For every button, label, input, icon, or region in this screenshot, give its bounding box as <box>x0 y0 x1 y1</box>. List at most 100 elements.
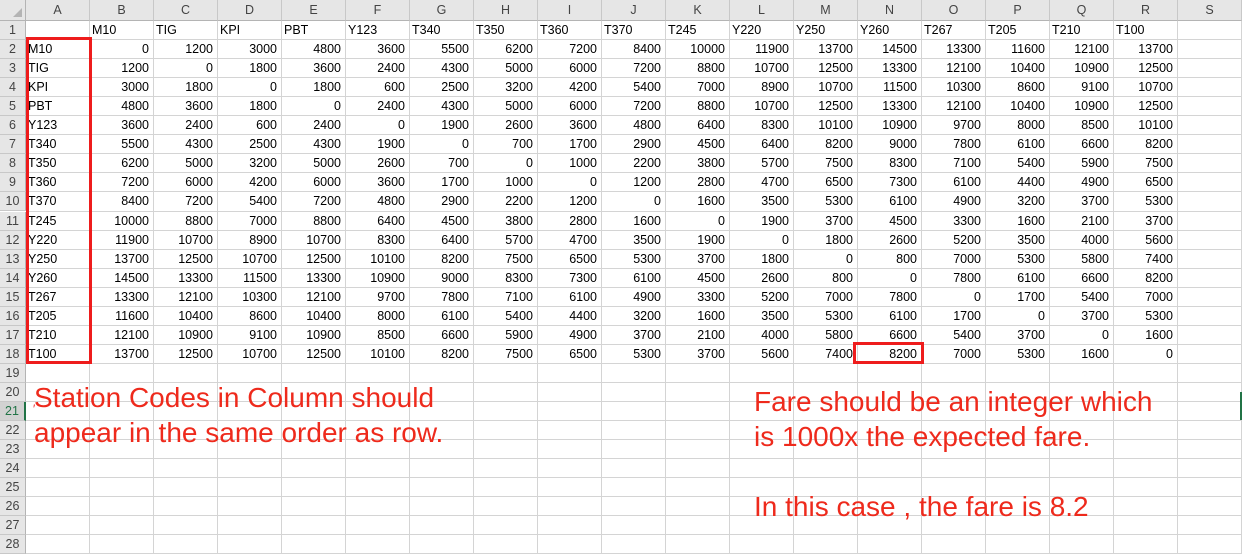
row-header-6[interactable]: 6 <box>0 116 26 135</box>
cell-k27[interactable] <box>666 516 730 535</box>
cell-s14[interactable] <box>1178 269 1242 288</box>
fare-cell[interactable]: 6100 <box>922 173 986 192</box>
fare-cell[interactable]: 10400 <box>154 307 218 326</box>
fare-cell[interactable]: 2100 <box>1050 212 1114 231</box>
header-station-t340[interactable]: T340 <box>410 21 474 40</box>
fare-cell[interactable]: 3200 <box>986 192 1050 212</box>
cell-b25[interactable] <box>90 478 154 497</box>
column-header-p[interactable]: P <box>986 0 1050 21</box>
fare-cell[interactable]: 12100 <box>1050 40 1114 59</box>
cell-c27[interactable] <box>154 516 218 535</box>
fare-cell[interactable]: 2200 <box>602 154 666 173</box>
fare-cell[interactable]: 0 <box>1050 326 1114 345</box>
cell-s23[interactable] <box>1178 440 1242 459</box>
fare-cell[interactable]: 3000 <box>218 40 282 59</box>
fare-cell[interactable]: 6000 <box>538 59 602 78</box>
fare-cell[interactable]: 0 <box>922 288 986 307</box>
column-header-d[interactable]: D <box>218 0 282 21</box>
cell-k23[interactable] <box>666 440 730 459</box>
fare-cell[interactable]: 7000 <box>666 78 730 97</box>
cell-a25[interactable] <box>26 478 90 497</box>
fare-cell[interactable]: 0 <box>90 40 154 59</box>
cell-g28[interactable] <box>410 535 474 554</box>
fare-cell[interactable]: 5600 <box>1114 231 1178 250</box>
fare-cell[interactable]: 7000 <box>922 345 986 364</box>
cell-a24[interactable] <box>26 459 90 478</box>
column-header-k[interactable]: K <box>666 0 730 21</box>
cell-s10[interactable] <box>1178 192 1242 212</box>
fare-cell[interactable]: 3600 <box>282 59 346 78</box>
fare-cell[interactable]: 4500 <box>410 212 474 231</box>
fare-cell[interactable]: 5200 <box>922 231 986 250</box>
row-header-8[interactable]: 8 <box>0 154 26 173</box>
fare-cell[interactable]: 4500 <box>666 269 730 288</box>
cell-q19[interactable] <box>1050 364 1114 383</box>
cell-h19[interactable] <box>474 364 538 383</box>
fare-cell[interactable]: 10400 <box>986 97 1050 116</box>
fare-cell[interactable]: 7500 <box>794 154 858 173</box>
fare-cell[interactable]: 1900 <box>346 135 410 154</box>
fare-cell[interactable]: 8900 <box>730 78 794 97</box>
cell-c28[interactable] <box>154 535 218 554</box>
fare-cell[interactable]: 10900 <box>1050 59 1114 78</box>
column-header-q[interactable]: Q <box>1050 0 1114 21</box>
cell-j27[interactable] <box>602 516 666 535</box>
cell-s26[interactable] <box>1178 497 1242 516</box>
cell-i23[interactable] <box>538 440 602 459</box>
row-header-23[interactable]: 23 <box>0 440 26 459</box>
fare-cell[interactable]: 10700 <box>282 231 346 250</box>
fare-cell[interactable]: 10400 <box>282 307 346 326</box>
cell-h27[interactable] <box>474 516 538 535</box>
fare-cell[interactable]: 5800 <box>1050 250 1114 269</box>
cell-k28[interactable] <box>666 535 730 554</box>
fare-cell[interactable]: 12500 <box>794 59 858 78</box>
fare-cell[interactable]: 10000 <box>90 212 154 231</box>
fare-cell[interactable]: 7200 <box>154 192 218 212</box>
fare-cell[interactable]: 4400 <box>986 173 1050 192</box>
fare-cell[interactable]: 2500 <box>410 78 474 97</box>
fare-cell[interactable]: 8800 <box>282 212 346 231</box>
fare-cell[interactable]: 6100 <box>602 269 666 288</box>
cell-j24[interactable] <box>602 459 666 478</box>
fare-cell[interactable]: 13700 <box>794 40 858 59</box>
fare-cell[interactable]: 5500 <box>90 135 154 154</box>
fare-cell[interactable]: 12100 <box>90 326 154 345</box>
cell-c25[interactable] <box>154 478 218 497</box>
fare-cell[interactable]: 3600 <box>538 116 602 135</box>
column-header-g[interactable]: G <box>410 0 474 21</box>
cell-i21[interactable] <box>538 402 602 421</box>
fare-cell[interactable]: 4300 <box>154 135 218 154</box>
fare-cell[interactable]: 8800 <box>666 97 730 116</box>
fare-cell[interactable]: 3700 <box>794 212 858 231</box>
cell-d25[interactable] <box>218 478 282 497</box>
fare-cell[interactable]: 4000 <box>730 326 794 345</box>
cell-b27[interactable] <box>90 516 154 535</box>
fare-cell[interactable]: 3000 <box>90 78 154 97</box>
fare-cell[interactable]: 6100 <box>986 269 1050 288</box>
row-header-26[interactable]: 26 <box>0 497 26 516</box>
row-header-27[interactable]: 27 <box>0 516 26 535</box>
cell-i26[interactable] <box>538 497 602 516</box>
fare-cell[interactable]: 1000 <box>474 173 538 192</box>
fare-cell[interactable]: 2600 <box>730 269 794 288</box>
header-station-kpi[interactable]: KPI <box>218 21 282 40</box>
fare-cell[interactable]: 10300 <box>218 288 282 307</box>
cell-j19[interactable] <box>602 364 666 383</box>
cell-j26[interactable] <box>602 497 666 516</box>
fare-cell[interactable]: 3700 <box>1050 192 1114 212</box>
fare-cell[interactable]: 3500 <box>986 231 1050 250</box>
fare-cell[interactable]: 12500 <box>1114 97 1178 116</box>
fare-cell[interactable]: 13700 <box>1114 40 1178 59</box>
cell-s9[interactable] <box>1178 173 1242 192</box>
fare-cell[interactable]: 7200 <box>602 97 666 116</box>
fare-cell[interactable]: 14500 <box>90 269 154 288</box>
fare-cell[interactable]: 1600 <box>1050 345 1114 364</box>
fare-cell[interactable]: 0 <box>602 192 666 212</box>
cell-f25[interactable] <box>346 478 410 497</box>
fare-cell[interactable]: 3600 <box>346 40 410 59</box>
cell-e25[interactable] <box>282 478 346 497</box>
fare-cell[interactable]: 4700 <box>538 231 602 250</box>
fare-cell[interactable]: 4300 <box>410 97 474 116</box>
row-header-14[interactable]: 14 <box>0 269 26 288</box>
fare-cell[interactable]: 10300 <box>922 78 986 97</box>
